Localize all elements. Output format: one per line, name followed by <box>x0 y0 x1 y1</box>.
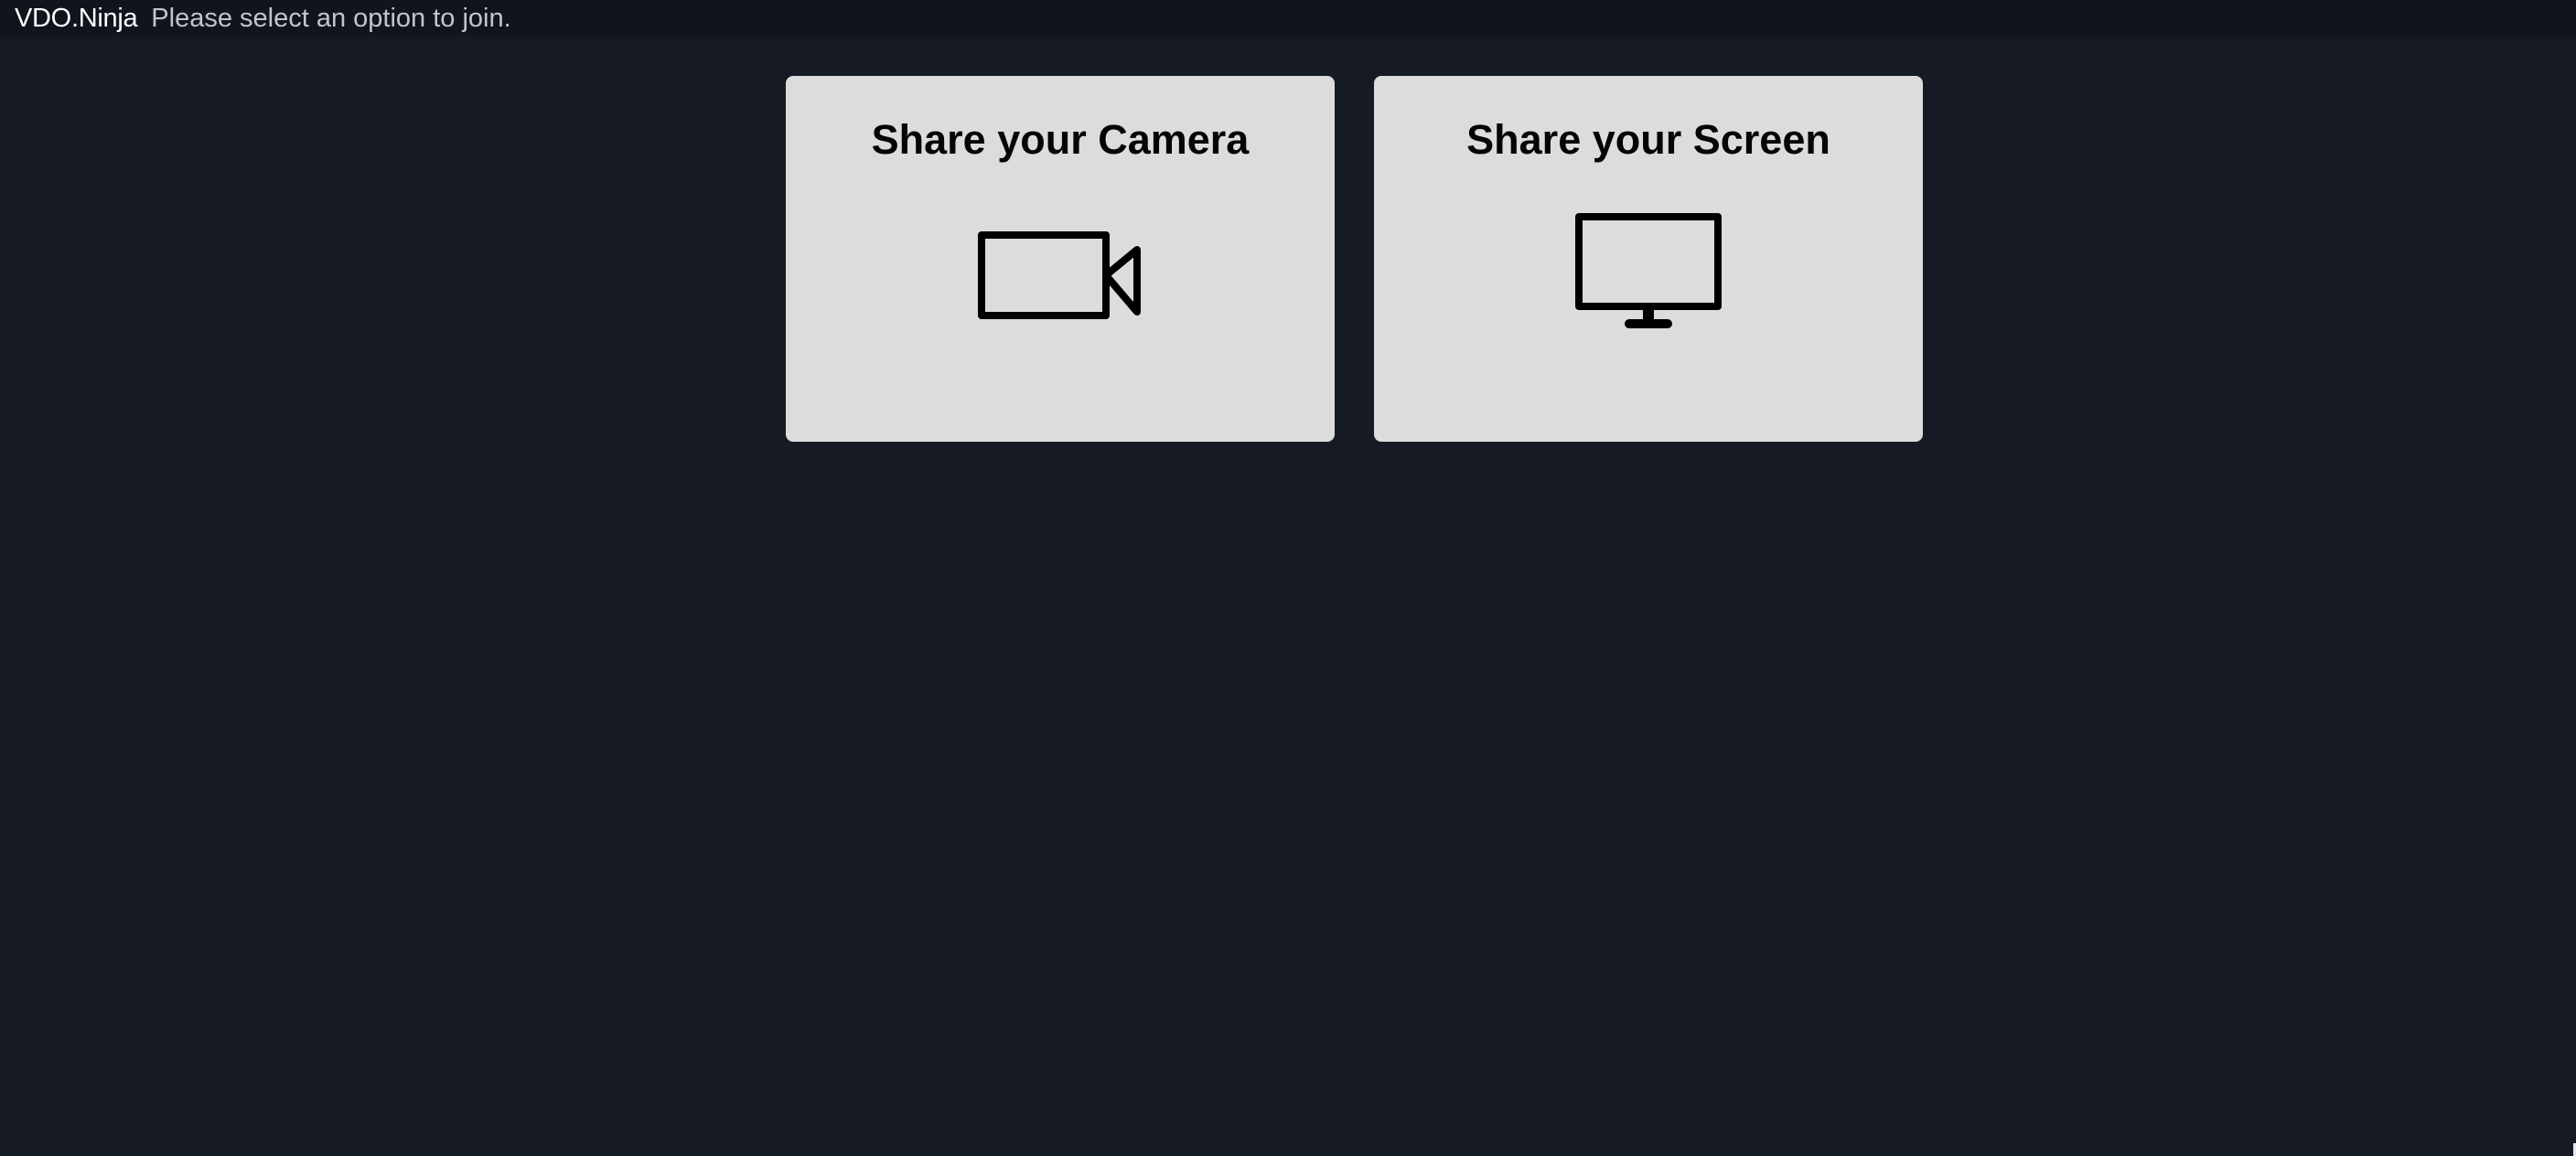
top-bar: VDO.Ninja Please select an option to joi… <box>0 0 2576 37</box>
video-camera-icon <box>786 231 1335 359</box>
share-screen-title: Share your Screen <box>1466 116 1830 163</box>
share-camera-title: Share your Camera <box>871 116 1250 163</box>
app-title: VDO.Ninja <box>15 3 138 33</box>
share-camera-button[interactable]: Share your Camera <box>786 76 1335 442</box>
monitor-icon <box>1374 213 1923 359</box>
status-message: Please select an option to join. <box>151 3 511 33</box>
share-screen-button[interactable]: Share your Screen <box>1374 76 1923 442</box>
